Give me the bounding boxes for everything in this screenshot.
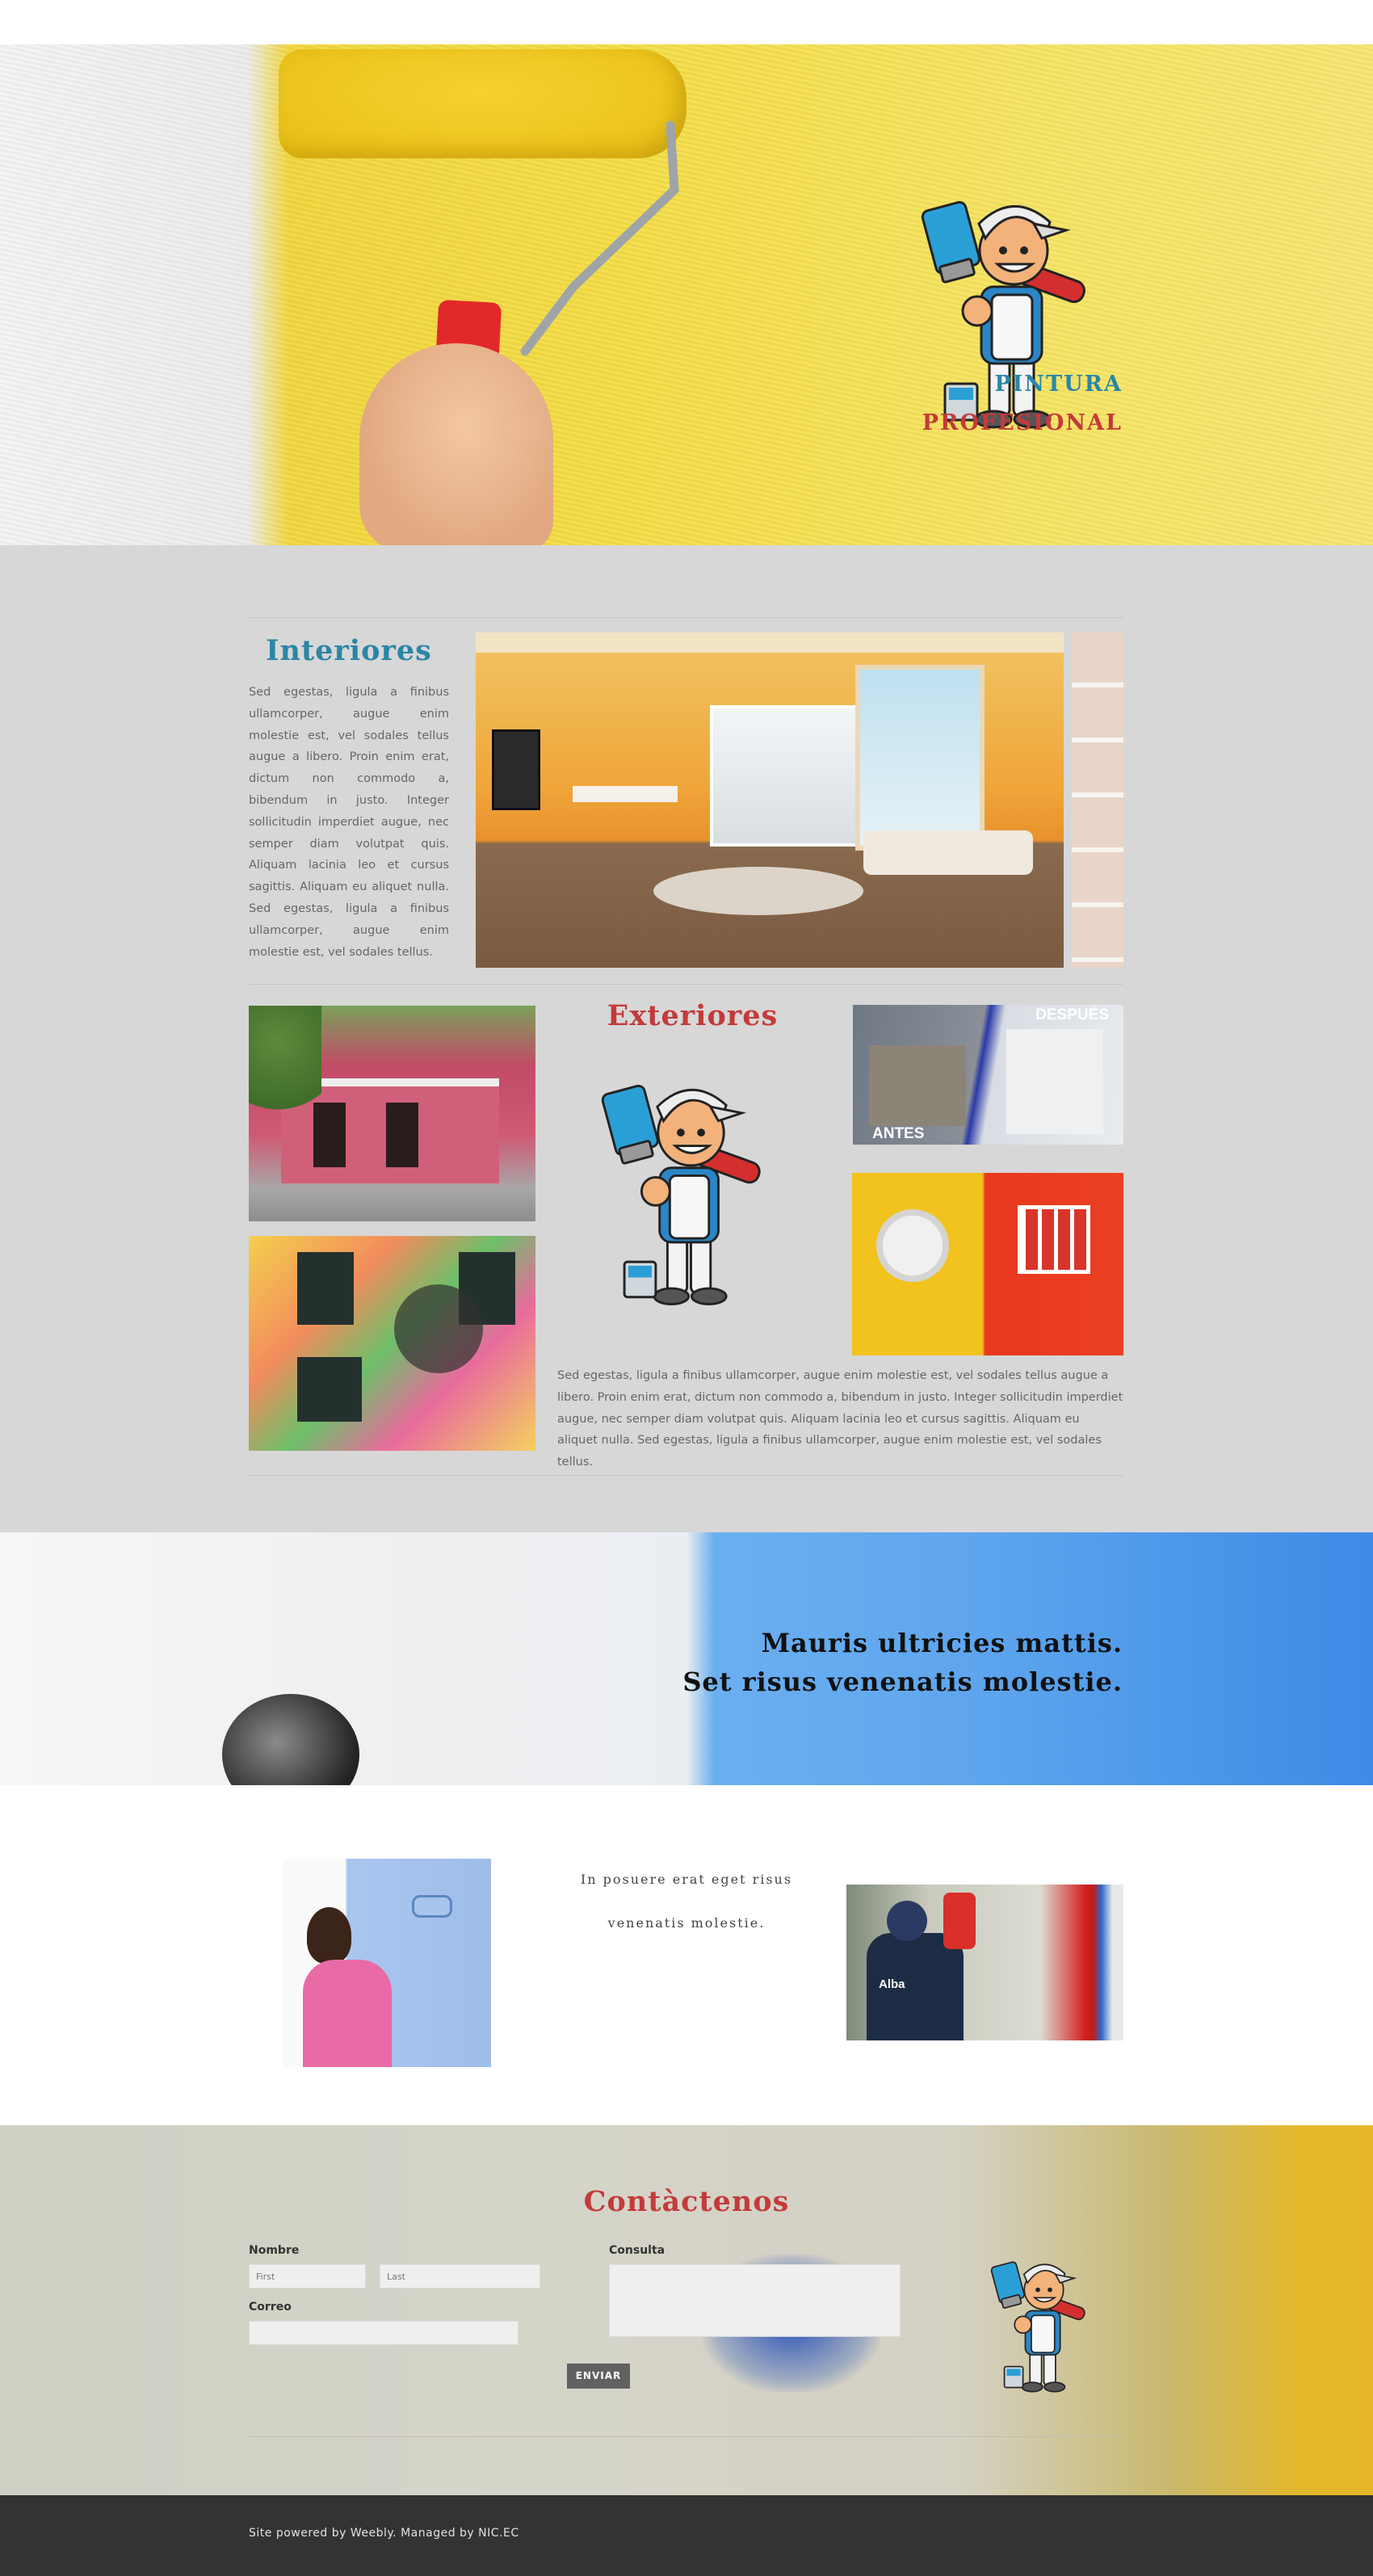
email-field[interactable] bbox=[249, 2321, 519, 2345]
interiores-heading: Interiores bbox=[266, 634, 432, 667]
painter-mascot-icon bbox=[600, 1083, 763, 1305]
before-badge: ANTES bbox=[872, 1125, 925, 1142]
interior-room-photo bbox=[476, 632, 1064, 968]
footer bbox=[0, 2495, 1373, 2576]
first-name-input[interactable] bbox=[249, 2264, 366, 2288]
divider bbox=[249, 2436, 1123, 2437]
exteriores-heading: Exteriores bbox=[607, 999, 779, 1032]
last-name-input[interactable] bbox=[380, 2264, 540, 2288]
shirt-logo-text: Alba bbox=[879, 1977, 905, 1991]
divider bbox=[249, 617, 1123, 618]
query-label: Consulta bbox=[609, 2244, 666, 2257]
name-label: Nombre bbox=[249, 2244, 300, 2257]
middle-line2: venenatis molestie. bbox=[607, 1915, 766, 1931]
hand-image bbox=[359, 343, 553, 545]
after-badge: DESPUÉS bbox=[1035, 1006, 1109, 1023]
footer-credit: Site powered by Weebly. Managed by NIC.E… bbox=[249, 2527, 519, 2540]
middle-tagline: In posuere erat eget risus venenatis mol… bbox=[557, 1858, 816, 1945]
interior-thumbnail-strip[interactable] bbox=[1072, 632, 1123, 968]
painter-mascot-icon bbox=[919, 200, 1089, 429]
hero-banner bbox=[0, 44, 1373, 545]
woman-painting-photo bbox=[283, 1859, 491, 2067]
worker-painting-photo: Alba bbox=[846, 1885, 1123, 2040]
query-textarea[interactable] bbox=[609, 2264, 901, 2337]
hero-title-line1: PINTURA bbox=[994, 372, 1123, 397]
banner-line1: Mauris ultricies mattis. bbox=[761, 1628, 1123, 1658]
exteriores-text: Sed egestas, ligula a finibus ullamcorpe… bbox=[557, 1369, 1123, 1469]
yellow-orange-wall-photo bbox=[852, 1173, 1123, 1355]
hero-title-line2: PROFESIONAL bbox=[922, 410, 1123, 435]
banner-title: Mauris ultricies mattis. Set risus venen… bbox=[682, 1624, 1123, 1701]
divider bbox=[249, 984, 1123, 985]
submit-button[interactable]: ENVIAR bbox=[567, 2364, 630, 2389]
banner-line2: Set risus venenatis molestie. bbox=[682, 1666, 1123, 1697]
contact-heading: Contàctenos bbox=[583, 2185, 790, 2218]
email-label: Correo bbox=[249, 2301, 292, 2313]
middle-line1: In posuere erat eget risus bbox=[580, 1872, 793, 1887]
painter-mascot-icon bbox=[989, 2260, 1087, 2393]
interiores-text: Sed egestas, ligula a finibus ullamcorpe… bbox=[249, 686, 449, 959]
before-after-photo: DESPUÉS ANTES bbox=[853, 1005, 1123, 1145]
colorful-mural-photo bbox=[249, 1236, 535, 1451]
roller-silhouette bbox=[222, 1694, 359, 1785]
divider bbox=[249, 1475, 1123, 1476]
pink-house-photo bbox=[249, 1006, 535, 1221]
